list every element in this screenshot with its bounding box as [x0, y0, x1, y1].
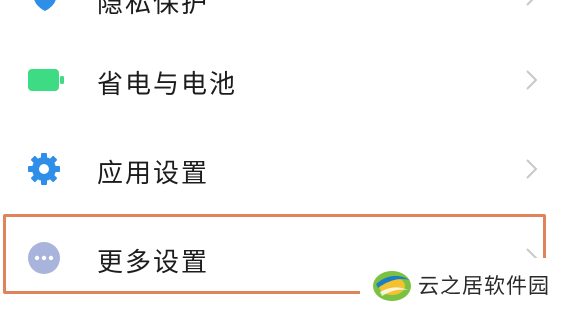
logo-icon	[373, 271, 411, 301]
settings-item-app-settings[interactable]: 应用设置	[0, 126, 561, 212]
chevron-right-icon	[526, 0, 534, 6]
chevron-right-icon	[526, 70, 538, 90]
chevron-right-icon	[526, 159, 538, 179]
gear-icon	[28, 153, 60, 185]
shield-icon	[34, 0, 56, 11]
watermark-text: 云之居软件园	[418, 274, 550, 298]
settings-item-label: 隐私保护	[97, 0, 210, 19]
settings-item-label: 省电与电池	[97, 70, 238, 100]
battery-icon	[28, 69, 64, 91]
settings-item-battery[interactable]: 省电与电池	[0, 37, 561, 123]
watermark: 云之居软件园	[360, 258, 561, 309]
settings-item-label: 应用设置	[97, 159, 210, 189]
